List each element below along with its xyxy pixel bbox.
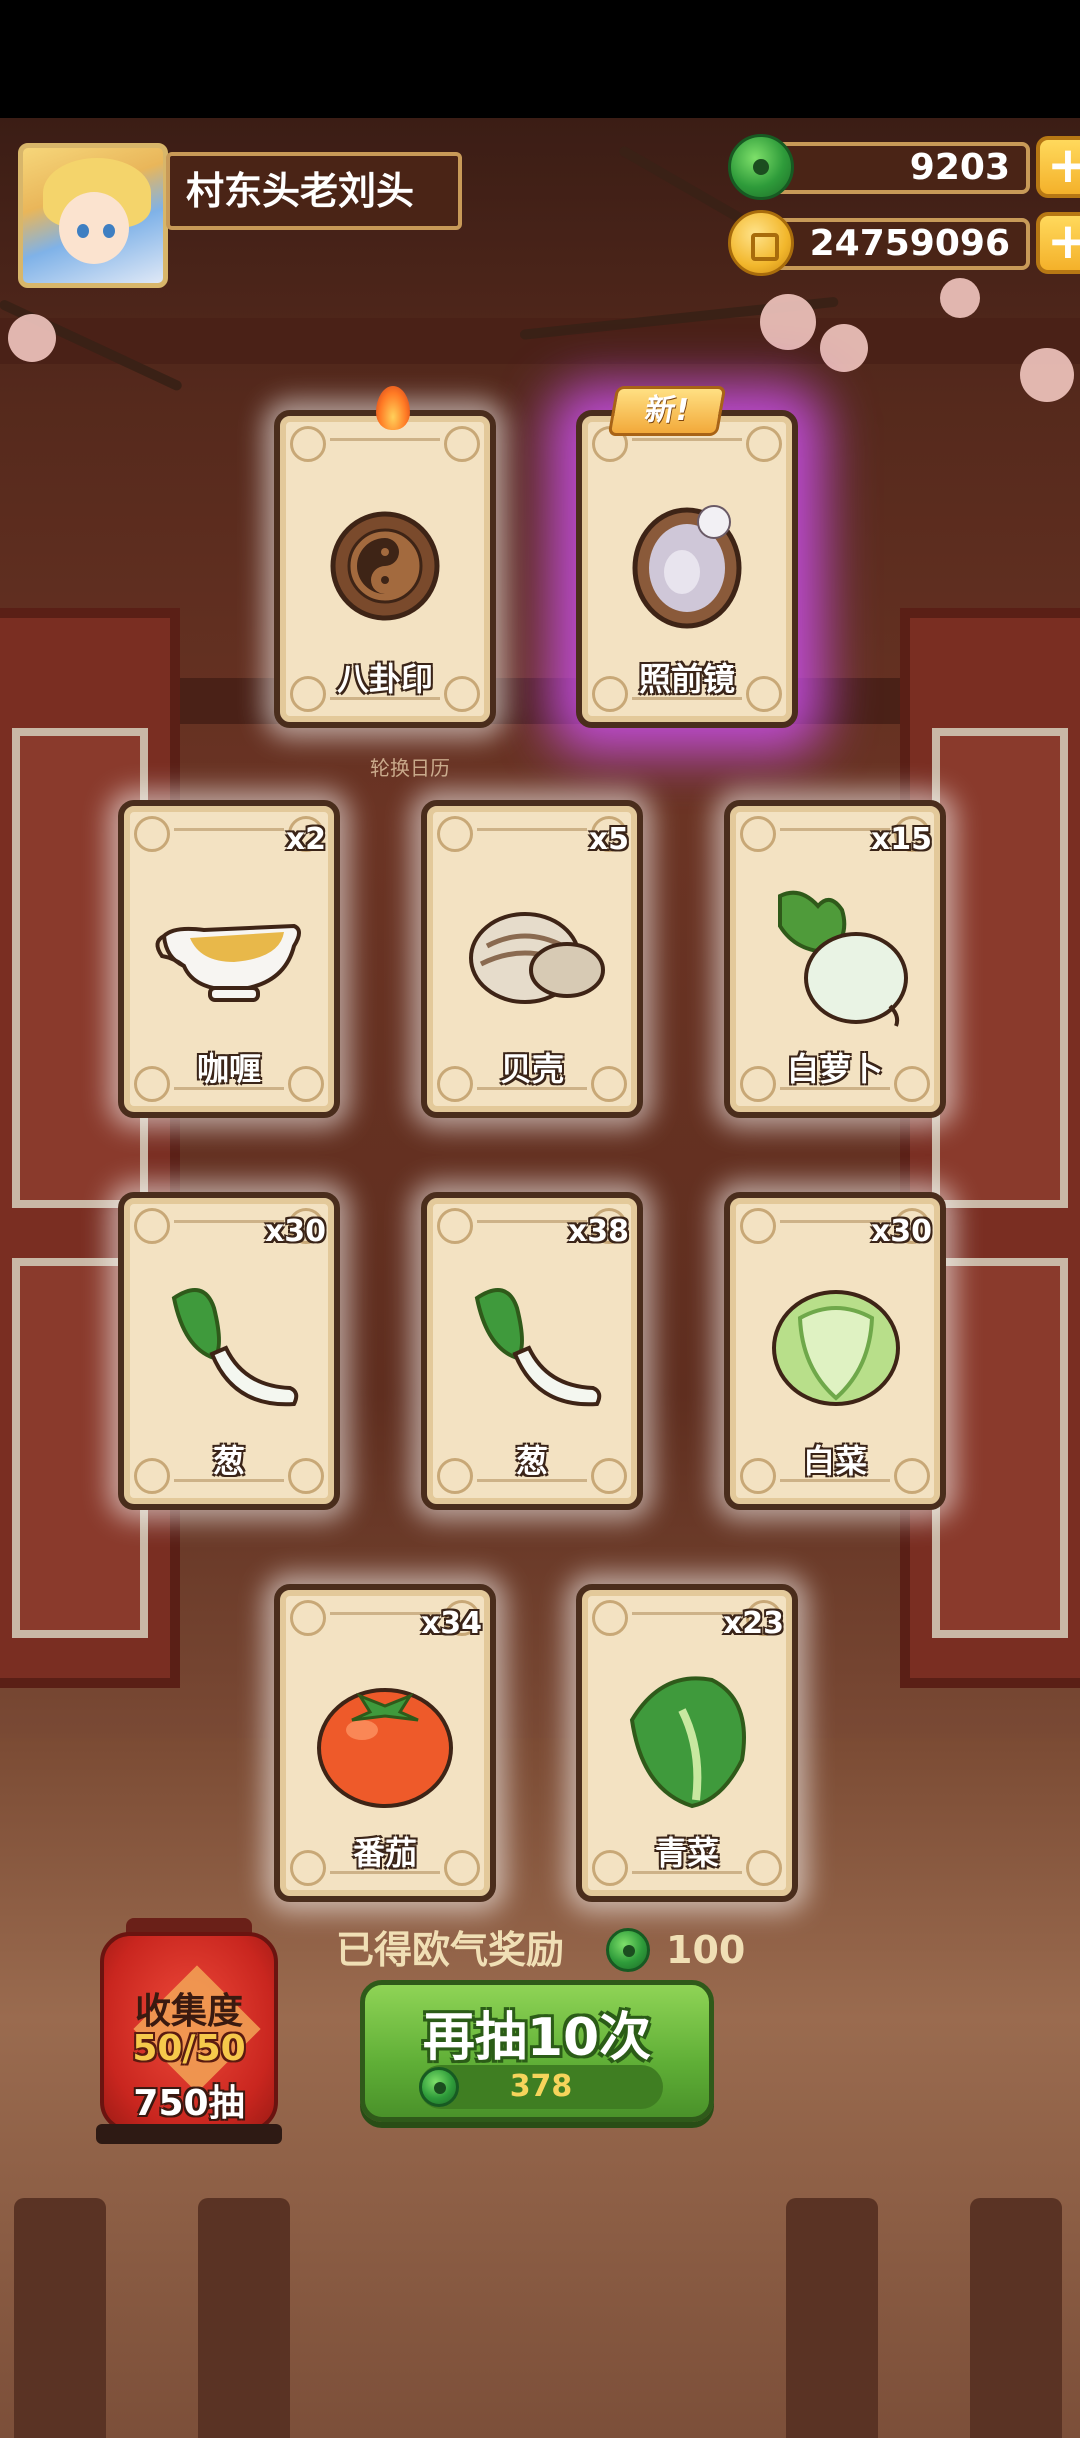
tomato-icon bbox=[317, 1688, 453, 1808]
flame-icon bbox=[376, 386, 410, 430]
mirror-icon bbox=[632, 505, 742, 629]
card-label: 贝壳 bbox=[499, 1050, 564, 1088]
white-radish-icon bbox=[778, 890, 908, 1027]
card-curry[interactable]: x2 咖喱 bbox=[118, 800, 340, 1118]
card-tomato[interactable]: x34 番茄 bbox=[274, 1584, 496, 1902]
player-name: 村东头老刘头 bbox=[166, 152, 462, 230]
collection-progress: 50/50 bbox=[132, 2028, 246, 2069]
card-count: x34 bbox=[420, 1606, 482, 1641]
curry-gravy-boat-icon bbox=[155, 923, 301, 1002]
coin-icon bbox=[728, 210, 794, 276]
card-count: x23 bbox=[722, 1606, 784, 1641]
add-jade-button[interactable]: + bbox=[1036, 136, 1080, 198]
jade-icon bbox=[606, 1928, 650, 1972]
card-bagua-seal[interactable]: 八卦印 bbox=[274, 386, 496, 728]
wall-beam bbox=[0, 318, 1080, 364]
redraw-10-button[interactable]: 再抽10次 378 bbox=[360, 1980, 714, 2122]
avatar[interactable] bbox=[18, 143, 168, 288]
blossom-flower bbox=[760, 294, 816, 350]
card-white-radish[interactable]: x15 白萝卜 bbox=[724, 800, 946, 1118]
collection-draws: 750抽 bbox=[133, 2083, 245, 2124]
card-green-onion-2[interactable]: x38 葱 bbox=[421, 1192, 643, 1510]
collection-title: 收集度 bbox=[134, 1991, 243, 2032]
fence-post bbox=[198, 2198, 290, 2438]
card-label: 葱 bbox=[212, 1442, 245, 1480]
card-count: x30 bbox=[870, 1214, 932, 1249]
card-count: x2 bbox=[285, 822, 326, 857]
card-count: x5 bbox=[588, 822, 629, 857]
card-napa-cabbage[interactable]: x30 白菜 bbox=[724, 1192, 946, 1510]
clam-shell-icon bbox=[469, 912, 605, 1004]
blossom-flower bbox=[820, 324, 868, 372]
green-onion-icon bbox=[171, 1288, 299, 1407]
jade-icon bbox=[728, 134, 794, 200]
lantern-stand bbox=[96, 2124, 282, 2144]
jade-icon bbox=[419, 2067, 459, 2107]
reward-value: 100 bbox=[666, 1928, 746, 1972]
coin-amount: 24759096 bbox=[764, 218, 1030, 270]
blossom-flower bbox=[1020, 348, 1074, 402]
card-count: x30 bbox=[264, 1214, 326, 1249]
card-label: 青菜 bbox=[654, 1834, 719, 1872]
left-door bbox=[0, 608, 180, 1688]
card-label: 白萝卜 bbox=[786, 1050, 883, 1088]
card-green-onion-1[interactable]: x30 葱 bbox=[118, 1192, 340, 1510]
card-count: x38 bbox=[567, 1214, 629, 1249]
card-mirror[interactable]: 新! 照前镜 bbox=[576, 386, 798, 728]
new-badge: 新! bbox=[607, 386, 727, 436]
add-coin-button[interactable]: + bbox=[1036, 212, 1080, 274]
redraw-label: 再抽10次 bbox=[422, 2008, 652, 2068]
card-label: 番茄 bbox=[352, 1834, 417, 1872]
card-shell[interactable]: x5 贝壳 bbox=[421, 800, 643, 1118]
banner-caption: 轮换日历 bbox=[370, 756, 450, 780]
blossom-flower bbox=[8, 314, 56, 362]
bok-choy-icon bbox=[629, 1676, 746, 1809]
fence-post bbox=[970, 2198, 1062, 2438]
card-label: 白菜 bbox=[802, 1442, 867, 1480]
green-onion-icon bbox=[474, 1288, 602, 1407]
collection-lantern[interactable]: 收集度 50/50 750抽 bbox=[96, 1918, 282, 2150]
right-door bbox=[900, 608, 1080, 1688]
card-label: 葱 bbox=[515, 1442, 548, 1480]
card-label: 八卦印 bbox=[336, 660, 433, 698]
card-label: 照前镜 bbox=[638, 660, 735, 698]
bagua-seal-icon bbox=[330, 511, 440, 621]
napa-cabbage-icon bbox=[772, 1290, 900, 1406]
card-count: x15 bbox=[870, 822, 932, 857]
reward-label: 已得欧气奖励 bbox=[336, 1928, 565, 1972]
status-bar bbox=[0, 0, 1080, 118]
fence-post bbox=[786, 2198, 878, 2438]
blossom-flower bbox=[940, 278, 980, 318]
jade-amount: 9203 bbox=[764, 142, 1030, 194]
reward-line: 已得欧气奖励 100 bbox=[336, 1922, 745, 1978]
card-label: 咖喱 bbox=[196, 1050, 261, 1088]
card-bok-choy[interactable]: x23 青菜 bbox=[576, 1584, 798, 1902]
fence-post bbox=[14, 2198, 106, 2438]
